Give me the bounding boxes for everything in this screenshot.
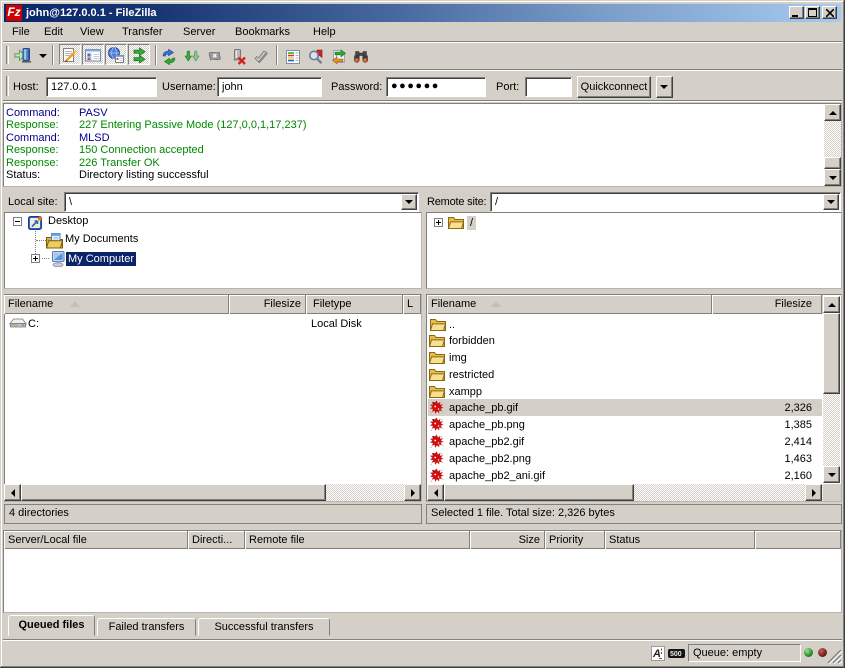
svg-text:500: 500 <box>670 651 682 658</box>
